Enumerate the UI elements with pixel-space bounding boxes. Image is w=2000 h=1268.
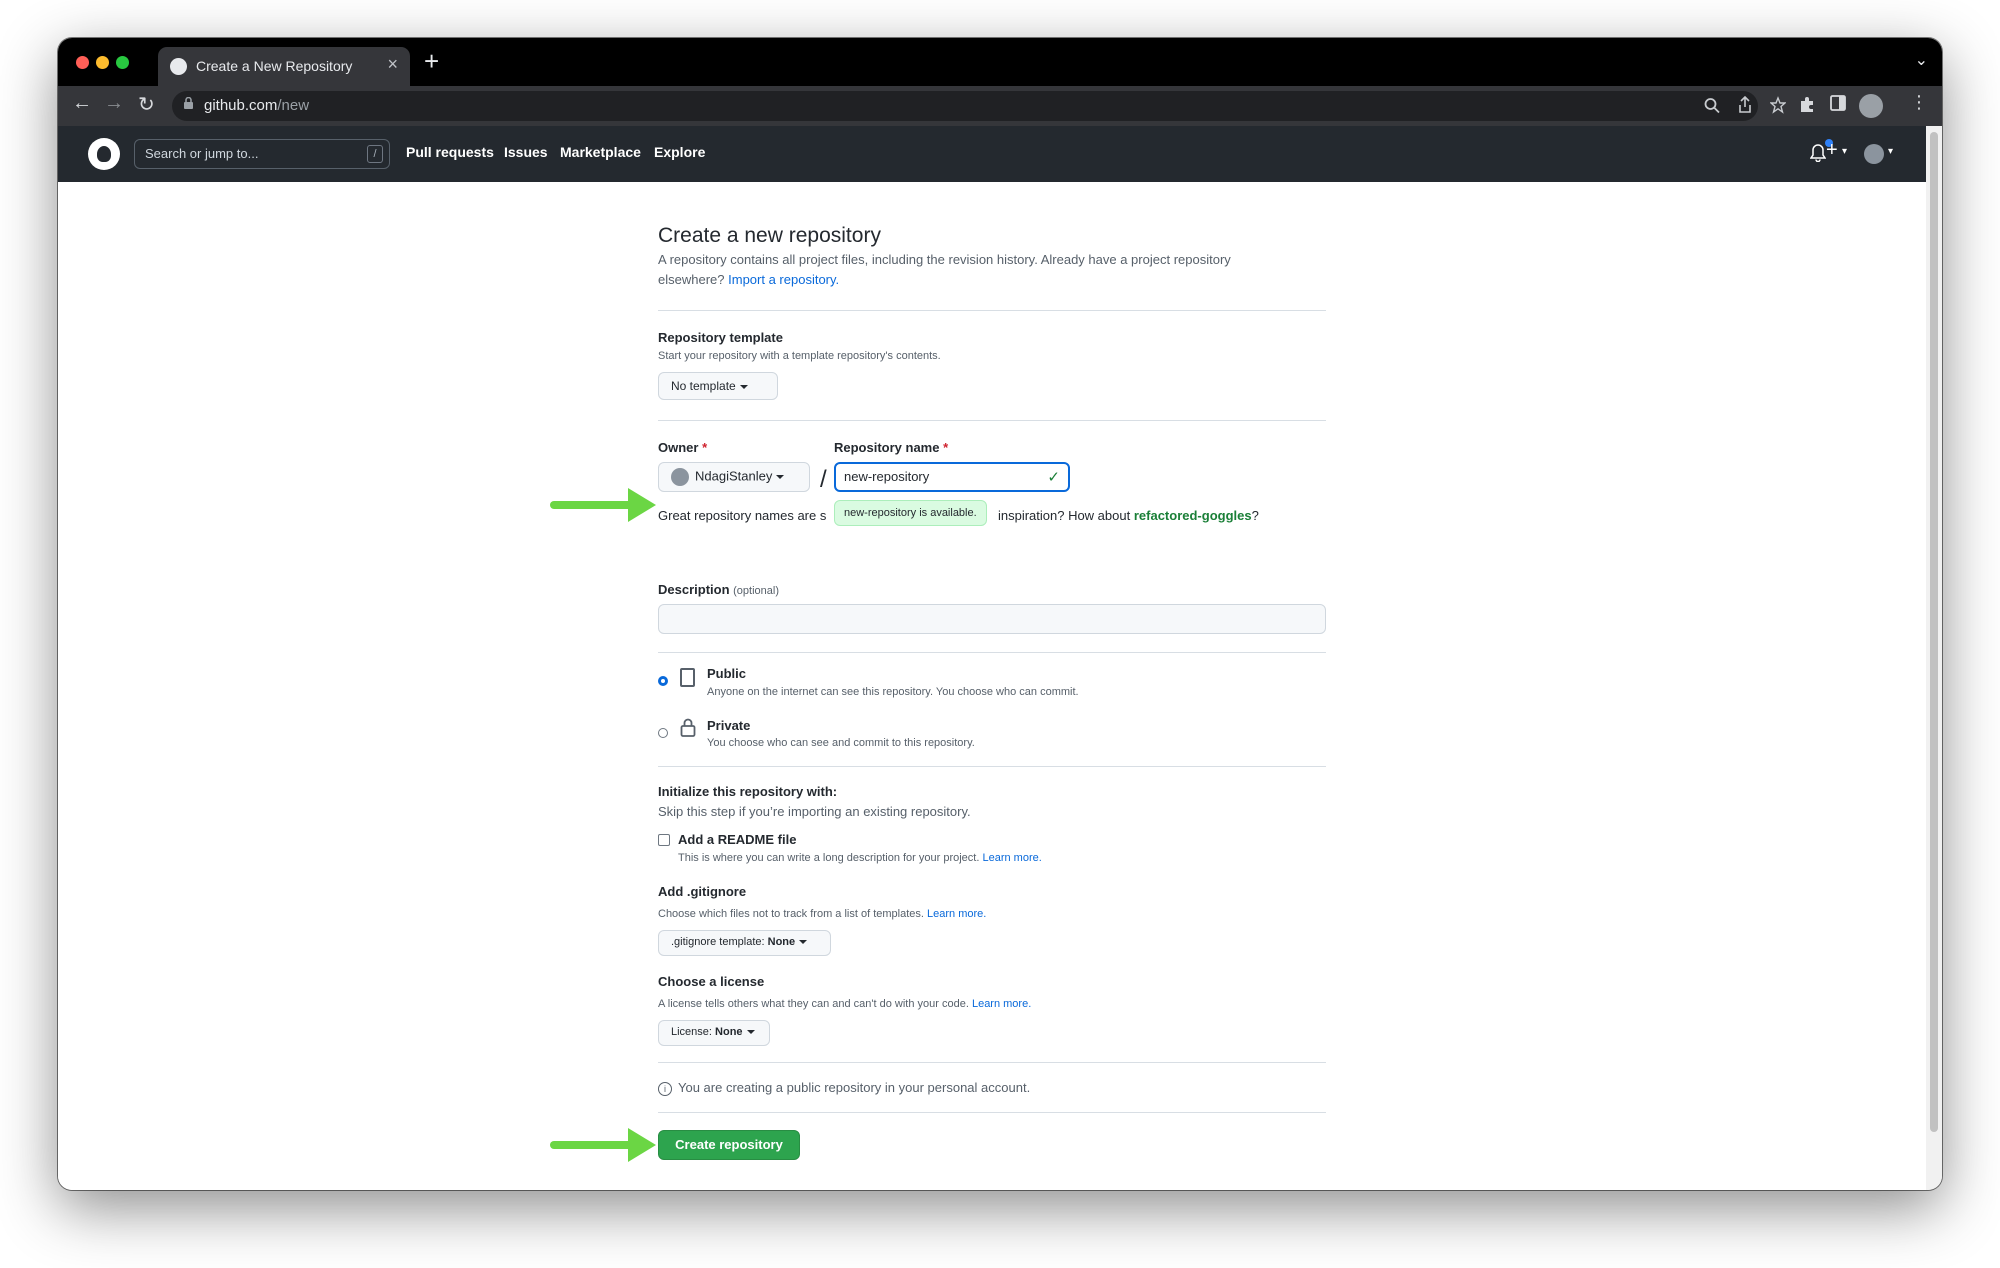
divider: [658, 1062, 1326, 1063]
nav-issues[interactable]: Issues: [504, 144, 548, 160]
avatar-caret-icon[interactable]: ▾: [1888, 146, 1893, 157]
tab-strip: Create a New Repository × + ⌄: [58, 38, 1942, 86]
chevron-down-icon: [799, 940, 808, 945]
public-title: Public: [707, 666, 747, 681]
public-desc: Anyone on the internet can see this repo…: [707, 686, 1079, 698]
public-notice: You are creating a public repository in …: [678, 1080, 1031, 1095]
license-learn-more-link[interactable]: Learn more.: [972, 998, 1031, 1010]
suggested-name-link[interactable]: refactored-goggles: [1134, 508, 1252, 523]
private-radio[interactable]: [658, 728, 668, 738]
notification-bell-icon[interactable]: [1810, 144, 1826, 162]
divider: [658, 766, 1326, 767]
lock-icon: [184, 97, 193, 109]
annotation-arrow-create: [550, 1128, 656, 1162]
divider: [658, 652, 1326, 653]
github-favicon-icon: [170, 58, 187, 75]
page-scrollbar[interactable]: [1926, 126, 1942, 1190]
page-title: Create a new repository: [658, 224, 881, 247]
scrollbar-thumb[interactable]: [1930, 132, 1938, 1132]
slash-shortcut-badge: /: [367, 145, 383, 163]
repo-book-icon: [680, 668, 695, 687]
init-title: Initialize this repository with:: [658, 784, 838, 799]
search-placeholder: Search or jump to...: [145, 146, 259, 161]
owner-select-button[interactable]: NdagiStanley: [658, 462, 810, 492]
gitignore-label: Add .gitignore: [658, 884, 747, 899]
side-panel-icon[interactable]: [1830, 95, 1846, 111]
info-icon: i: [658, 1082, 672, 1096]
nav-marketplace[interactable]: Marketplace: [560, 144, 641, 160]
chevron-down-icon: [739, 384, 748, 389]
user-avatar[interactable]: [1864, 144, 1884, 164]
new-tab-icon[interactable]: +: [424, 46, 439, 77]
name-hint: Great repository names are s inspiration…: [658, 508, 1259, 523]
license-select-button[interactable]: License: None: [658, 1020, 770, 1046]
forward-arrow-icon[interactable]: →: [104, 92, 124, 115]
github-logo-icon[interactable]: [88, 138, 120, 170]
template-select-button[interactable]: No template: [658, 372, 778, 400]
divider: [658, 420, 1326, 421]
description-label: Description (optional): [658, 582, 779, 597]
browser-tab[interactable]: Create a New Repository ×: [158, 47, 410, 86]
plus-caret-icon[interactable]: ▾: [1842, 146, 1847, 157]
description-input[interactable]: [658, 604, 1326, 634]
template-label: Repository template: [658, 330, 783, 345]
zoom-icon[interactable]: [1704, 96, 1720, 114]
main-content: Create a new repository A repository con…: [58, 182, 1926, 1190]
import-repository-link[interactable]: Import a repository.: [728, 272, 839, 287]
private-title: Private: [707, 718, 751, 733]
readme-checkbox[interactable]: [658, 834, 670, 846]
chevron-down-icon: [746, 1030, 755, 1035]
tab-search-chevron-icon[interactable]: ⌄: [1915, 50, 1928, 70]
create-repository-button[interactable]: Create repository: [658, 1130, 800, 1160]
reload-icon[interactable]: ↻: [138, 92, 155, 117]
profile-avatar-icon[interactable]: [1859, 94, 1883, 118]
close-window-button[interactable]: [76, 56, 89, 69]
chevron-down-icon: [776, 475, 785, 479]
share-icon[interactable]: [1738, 96, 1752, 114]
readme-desc: This is where you can write a long descr…: [678, 852, 1042, 864]
extensions-puzzle-icon[interactable]: [1798, 95, 1816, 113]
zoom-window-button[interactable]: [116, 56, 129, 69]
nav-explore[interactable]: Explore: [654, 144, 705, 160]
gitignore-learn-more-link[interactable]: Learn more.: [927, 908, 986, 920]
init-subtitle: Skip this step if you’re importing an ex…: [658, 804, 971, 819]
gitignore-select-button[interactable]: .gitignore template: None: [658, 930, 831, 956]
create-new-plus-icon[interactable]: +: [1826, 139, 1838, 162]
repository-name-input[interactable]: new-repository ✓: [834, 462, 1070, 492]
template-note: Start your repository with a template re…: [658, 350, 941, 362]
tab-title: Create a New Repository: [196, 58, 353, 74]
browser-menu-kebab-icon[interactable]: ⋮: [1910, 92, 1928, 113]
browser-window: Create a New Repository × + ⌄ ← → ↻ gith…: [58, 38, 1942, 1190]
address-bar[interactable]: github.com/new: [172, 91, 1786, 121]
lock-icon: [680, 718, 696, 737]
annotation-arrow-owner: [550, 488, 656, 522]
divider: [658, 1112, 1326, 1113]
minimize-window-button[interactable]: [96, 56, 109, 69]
url-text: github.com/new: [204, 97, 310, 114]
readme-label: Add a README file: [678, 832, 797, 847]
browser-toolbar: ← → ↻ github.com/new ⋮: [58, 86, 1942, 126]
license-label: Choose a license: [658, 974, 765, 989]
repo-name-label: Repository name *: [834, 440, 949, 455]
divider: [658, 310, 1326, 311]
gitignore-note: Choose which files not to track from a l…: [658, 908, 987, 920]
readme-learn-more-link[interactable]: Learn more.: [982, 852, 1041, 864]
availability-tooltip: new-repository is available.: [834, 500, 987, 526]
owner-repo-separator: /: [820, 466, 827, 493]
search-input[interactable]: Search or jump to... /: [134, 139, 390, 169]
owner-label: Owner *: [658, 440, 708, 455]
repository-name-value: new-repository: [844, 469, 930, 484]
github-header: Search or jump to... / Pull requests Iss…: [58, 126, 1926, 182]
public-radio[interactable]: [658, 676, 668, 686]
check-icon: ✓: [1047, 469, 1060, 486]
page-lead: A repository contains all project files,…: [658, 252, 1231, 287]
tab-close-icon[interactable]: ×: [387, 54, 398, 75]
bookmark-star-icon[interactable]: [1770, 96, 1786, 114]
nav-pull-requests[interactable]: Pull requests: [406, 144, 494, 160]
license-note: A license tells others what they can and…: [658, 998, 1032, 1010]
owner-avatar: [671, 468, 689, 486]
private-desc: You choose who can see and commit to thi…: [707, 737, 975, 749]
back-arrow-icon[interactable]: ←: [72, 92, 92, 115]
